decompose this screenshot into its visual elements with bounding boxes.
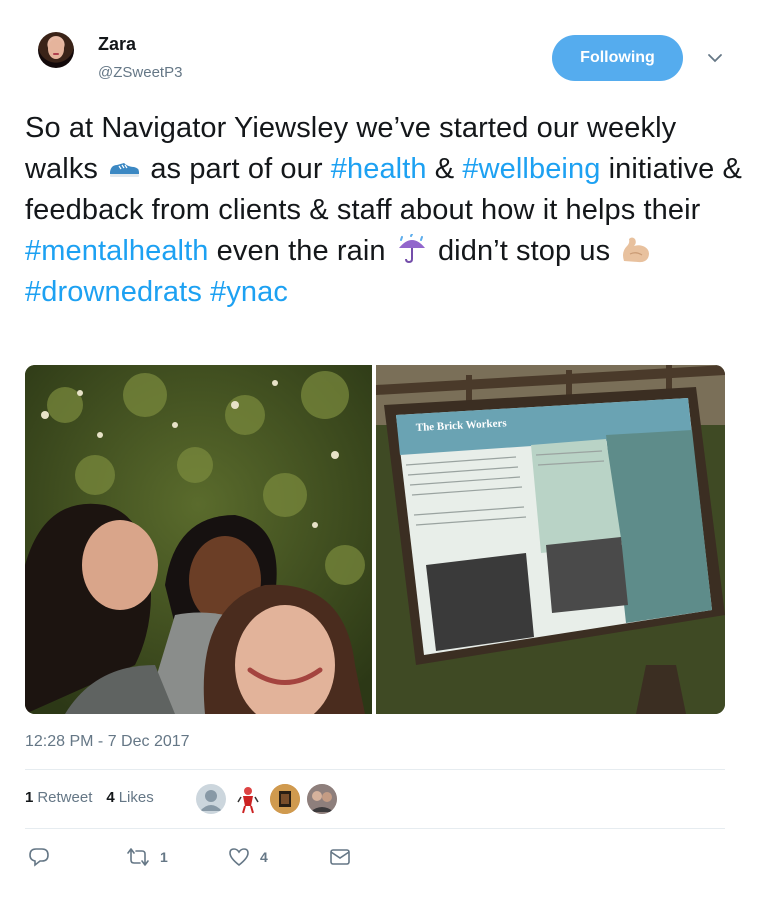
liker-avatar[interactable] — [270, 784, 300, 814]
tweet-text-segment: didn’t stop us — [429, 235, 619, 267]
hashtag-ynac-link[interactable]: #ynac — [210, 276, 288, 308]
brick-workers-sign-photo[interactable]: The Brick Workers — [376, 365, 725, 714]
divider — [25, 828, 725, 829]
direct-message-button[interactable] — [329, 847, 351, 867]
tweet-actions: 1 4 — [28, 846, 368, 870]
hashtag-wellbeing-link[interactable]: #wellbeing — [462, 153, 600, 185]
avatar-lips — [53, 53, 59, 55]
hashtag-mentalhealth-link[interactable]: #mentalhealth — [25, 235, 209, 267]
hashtag-health-link[interactable]: #health — [331, 153, 427, 185]
likes-label: Likes — [118, 789, 154, 806]
retweets-label: Retweet — [37, 789, 93, 806]
likers-avatars — [196, 784, 344, 814]
avatar-face — [48, 39, 64, 59]
reply-button[interactable] — [28, 846, 50, 868]
following-button[interactable]: Following — [552, 35, 683, 81]
tweet-text: So at Navigator Yiewsley we’ve started o… — [25, 108, 745, 313]
liker-avatar[interactable] — [307, 784, 337, 814]
liker-avatar[interactable] — [196, 784, 226, 814]
heart-icon — [229, 848, 249, 867]
author-display-name[interactable]: Zara — [98, 34, 136, 55]
divider — [25, 769, 725, 770]
liker-avatar[interactable] — [233, 784, 263, 814]
retweet-icon — [127, 848, 149, 866]
tweet-stats: 1 Retweet 4 Likes — [25, 789, 168, 806]
reply-icon — [29, 848, 49, 867]
flexed-biceps-icon — [618, 234, 654, 264]
tweet-text-segment — [202, 276, 210, 308]
likes-stat[interactable]: 4 Likes — [106, 789, 153, 806]
running-shoe-icon — [106, 152, 142, 182]
hashtag-drownedrats-link[interactable]: #drownedrats — [25, 276, 202, 308]
retweet-button[interactable]: 1 — [126, 846, 168, 868]
tweet-text-segment: even the rain — [208, 235, 394, 267]
tweet-text-segment: as part of our — [142, 153, 331, 185]
umbrella-rain-icon — [394, 233, 430, 264]
like-button[interactable]: 4 — [228, 846, 268, 868]
retweets-stat[interactable]: 1 Retweet — [25, 789, 92, 806]
chevron-down-icon[interactable] — [706, 52, 724, 64]
tweet-timestamp[interactable]: 12:28 PM - 7 Dec 2017 — [25, 733, 190, 751]
retweet-action-count: 1 — [160, 849, 168, 865]
tweet-media: The Brick Workers — [25, 365, 725, 714]
likes-count: 4 — [106, 789, 115, 806]
envelope-icon — [330, 849, 350, 865]
like-action-count: 4 — [260, 849, 268, 865]
retweets-count: 1 — [25, 789, 34, 806]
author-avatar[interactable] — [38, 32, 74, 68]
author-handle[interactable]: @ZSweetP3 — [98, 64, 182, 81]
tweet-text-segment: & — [426, 153, 463, 185]
selfie-photo[interactable] — [25, 365, 372, 714]
